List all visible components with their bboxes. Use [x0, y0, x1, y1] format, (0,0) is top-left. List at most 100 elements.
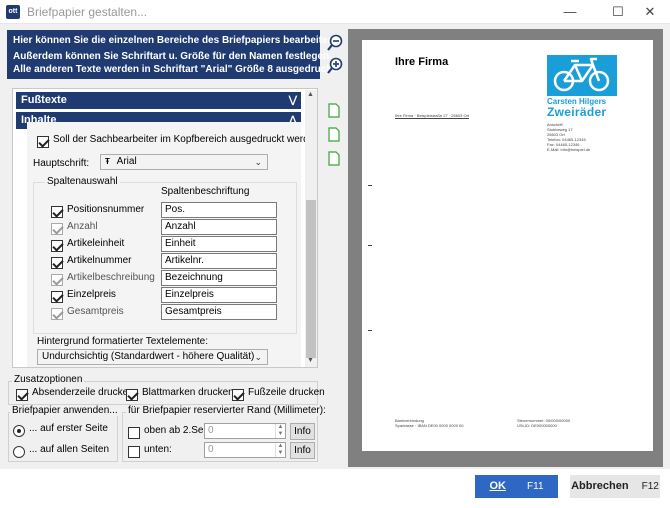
spaltenbeschriftung-label: Spaltenbeschriftung [161, 186, 250, 197]
rand-title: für Briefpapier reservierter Rand (Milli… [126, 405, 328, 416]
scroll-down-icon[interactable]: ▼ [307, 357, 314, 364]
oben-stepper[interactable]: 0 ▲ ▼ [204, 423, 286, 439]
fusszeile-checkbox[interactable] [232, 388, 244, 401]
unten-checkbox[interactable] [128, 445, 140, 458]
stepper-arrows-icon[interactable]: ▲ ▼ [275, 443, 285, 457]
column-checkbox[interactable] [51, 273, 63, 286]
info-line-3: Alle anderen Texte werden in Schriftart … [13, 64, 338, 75]
erste-seite-label: ... auf erster Seite [29, 423, 108, 434]
section-header-fusstexte[interactable]: Fußtexte ⋁ [16, 92, 301, 109]
font-icon: Ŧ [105, 157, 110, 166]
zoom-in-icon[interactable] [326, 57, 344, 75]
column-name: Einzelpreis [67, 289, 116, 300]
unten-stepper[interactable]: 0 ▲ ▼ [204, 442, 286, 458]
column-caption-input[interactable]: Bezeichnung [161, 270, 277, 286]
hauptschrift-select[interactable]: Ŧ Arial ⌄ [100, 154, 268, 170]
preview-footer-left: Bankverbindung Sparkasse · IBAN DE00 000… [395, 418, 464, 428]
info-box: Hier können Sie die einzelnen Bereiche d… [7, 30, 338, 79]
column-caption-input[interactable]: Einzelpreis [161, 287, 277, 303]
column-caption-input[interactable]: Einheit [161, 236, 277, 252]
column-caption-input[interactable]: Artikelnr. [161, 253, 277, 269]
oben-info-button[interactable]: Info [290, 423, 315, 440]
punch-mark [368, 245, 372, 246]
preview-address: Anschrift Stubbeweg 17 26603 Ort Telefon… [547, 122, 590, 152]
column-checkbox[interactable] [51, 256, 63, 269]
column-row[interactable]: Anzahl [51, 221, 98, 235]
absenderzeile-checkbox[interactable] [16, 388, 28, 401]
erste-seite-option[interactable]: ... auf erster Seite [13, 423, 108, 437]
column-caption-input[interactable]: Gesamtpreis [161, 304, 277, 320]
column-row[interactable]: Einzelpreis [51, 289, 116, 303]
sachbearbeiter-checkbox[interactable] [37, 135, 49, 148]
preview-sender-line: Ihre Firma · Beispielstraße 27 · 26603 O… [395, 113, 470, 118]
stepper-arrows-icon[interactable]: ▲ ▼ [275, 424, 285, 438]
blattmarken-label: Blattmarken drucken [142, 387, 234, 398]
close-icon[interactable]: ✕ [630, 0, 670, 24]
unten-label: unten: [144, 444, 172, 455]
sachbearbeiter-row[interactable]: Soll der Sachbearbeiter im Kopfbereich a… [37, 134, 317, 148]
column-checkbox[interactable] [51, 205, 63, 218]
blattmarken-option[interactable]: Blattmarken drucken [126, 387, 234, 401]
footer-line: Sparkasse · IBAN DE00 0000 0000 00 [395, 423, 464, 428]
zusatzoptionen-title: Zusatzoptionen [12, 374, 85, 385]
column-row[interactable]: Positionsnummer [51, 204, 144, 218]
unten-value: 0 [208, 444, 214, 455]
info-line-2: Außerdem können Sie Schriftart u. Größe … [13, 51, 332, 62]
column-row[interactable]: Gesamtpreis [51, 306, 124, 320]
column-name: Artikelbeschreibung [67, 272, 155, 283]
page-all-icon[interactable] [328, 151, 340, 166]
spaltenauswahl-label: Spaltenauswahl [45, 176, 120, 187]
chevron-down-icon: ⋁ [288, 95, 297, 106]
allen-seiten-radio[interactable] [13, 445, 25, 458]
minimize-icon[interactable]: — [550, 0, 590, 24]
column-checkbox[interactable] [51, 290, 63, 303]
fold-mark [368, 330, 372, 331]
hintergrund-value: Undurchsichtig (Standardwert - höhere Qu… [42, 351, 255, 362]
sachbearbeiter-label: Soll der Sachbearbeiter im Kopfbereich a… [53, 134, 318, 145]
zoom-out-icon[interactable] [326, 34, 344, 52]
settings-panel: Fußtexte ⋁ Inhalte ⋀ Soll der Sachbearbe… [12, 88, 318, 368]
cancel-button[interactable]: Abbrechen F12 [570, 475, 660, 498]
hauptschrift-value: Arial [116, 156, 137, 167]
column-caption-input[interactable]: Anzahl [161, 219, 277, 235]
fusszeile-option[interactable]: Fußzeile drucken [232, 387, 325, 401]
column-caption-input[interactable]: Pos. [161, 202, 277, 218]
column-checkbox[interactable] [51, 222, 63, 235]
absenderzeile-option[interactable]: Absenderzeile drucken [16, 387, 134, 401]
preview-footer-right: Steuernummer: 00/000/00000 USt-ID: DE000… [517, 418, 570, 428]
column-row[interactable]: Artikeleinheit [51, 238, 124, 252]
fold-mark [368, 185, 372, 186]
erste-seite-radio[interactable] [13, 424, 25, 437]
cancel-label: Abbrechen [571, 480, 629, 492]
ok-button[interactable]: OK F11 [475, 475, 558, 498]
scroll-thumb[interactable] [306, 200, 316, 358]
unten-option[interactable]: unten: [128, 444, 172, 458]
ok-label: OK [489, 480, 506, 492]
app-icon: ott [6, 5, 20, 19]
preview-paper: Ihre Firma Carsten Hilgers Zweiräder Ihr… [362, 40, 653, 451]
blattmarken-checkbox[interactable] [126, 388, 138, 401]
column-name: Artikelnummer [67, 255, 132, 266]
panel-scrollbar[interactable]: ▲ ▼ [305, 90, 317, 367]
hintergrund-select[interactable]: Undurchsichtig (Standardwert - höhere Qu… [37, 349, 268, 365]
ok-shortcut: F11 [527, 481, 544, 492]
preview-company: Ihre Firma [395, 56, 449, 68]
unten-info-button[interactable]: Info [290, 442, 315, 459]
anwenden-title: Briefpapier anwenden... [10, 405, 120, 416]
column-checkbox[interactable] [51, 307, 63, 320]
column-row[interactable]: Artikelnummer [51, 255, 131, 269]
column-name: Anzahl [67, 221, 98, 232]
oben-option[interactable]: oben ab 2.Seite: [128, 425, 217, 439]
page-next-icon[interactable] [328, 127, 340, 142]
window-title: Briefpapier gestalten... [27, 5, 148, 19]
scroll-up-icon[interactable]: ▲ [307, 91, 314, 98]
allen-seiten-option[interactable]: ... auf allen Seiten [13, 444, 109, 458]
page-first-icon[interactable] [328, 103, 340, 118]
column-name: Positionsnummer [67, 204, 145, 215]
preview-brand-sub: Zweiräder [547, 105, 607, 119]
oben-value: 0 [208, 425, 214, 436]
footer-line: USt-ID: DE000000000 [517, 423, 557, 428]
column-checkbox[interactable] [51, 239, 63, 252]
column-row[interactable]: Artikelbeschreibung [51, 272, 155, 286]
oben-checkbox[interactable] [128, 426, 140, 439]
